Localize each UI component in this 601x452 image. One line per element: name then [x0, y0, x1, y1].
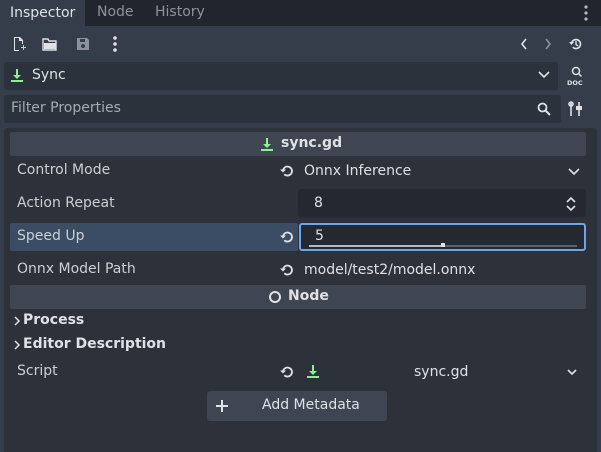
revert-icon[interactable] — [279, 163, 297, 181]
object-selector-dropdown[interactable]: Sync — [4, 62, 558, 90]
action-repeat-label: Action Repeat — [17, 195, 115, 211]
script-icon — [306, 364, 320, 378]
onnx-model-path-field[interactable]: model/test2/model.onnx — [298, 256, 586, 284]
add-metadata-button[interactable]: Add Metadata — [207, 391, 387, 421]
speed-up-slider-track[interactable] — [309, 243, 577, 247]
filter-placeholder: Filter Properties — [11, 100, 121, 116]
property-row-script: Script sync.gd — [10, 356, 586, 388]
open-folder-icon — [42, 36, 58, 52]
kebab-menu-icon — [112, 35, 118, 53]
action-repeat-spinbox[interactable]: 8 — [298, 189, 586, 217]
onnx-model-path-value: model/test2/model.onnx — [304, 262, 476, 278]
save-icon — [75, 36, 91, 52]
history-back-icon — [519, 37, 529, 51]
onnx-model-path-label: Onnx Model Path — [17, 261, 136, 277]
tab-inspector[interactable]: Inspector — [0, 0, 86, 26]
group-process-label: Process — [23, 312, 85, 328]
plus-icon — [215, 399, 229, 413]
chevron-right-icon — [13, 340, 21, 350]
property-row-speed-up: Speed Up 5 — [10, 221, 586, 253]
chevron-right-icon — [13, 316, 21, 326]
save-resource-button[interactable] — [71, 32, 95, 56]
property-row-control-mode: Control Mode Onnx Inference — [10, 155, 586, 187]
filter-options-button[interactable] — [568, 101, 584, 117]
object-history-icon — [568, 36, 584, 52]
search-icon — [537, 102, 551, 116]
revert-icon[interactable] — [279, 364, 297, 382]
filter-properties-input[interactable]: Filter Properties — [4, 95, 561, 123]
new-resource-button[interactable] — [7, 32, 31, 56]
revert-icon[interactable] — [279, 262, 297, 280]
script-value: sync.gd — [414, 364, 469, 380]
open-resource-button[interactable] — [38, 32, 62, 56]
updown-arrows-icon[interactable] — [565, 196, 577, 212]
group-process[interactable]: Process — [10, 309, 586, 333]
speed-up-slider-fill — [309, 245, 443, 247]
chevron-down-icon — [568, 168, 580, 176]
node-category-title: Node — [288, 288, 329, 304]
dock-menu-icon[interactable] — [583, 4, 589, 22]
node-circle-icon — [268, 290, 282, 304]
svg-text:DOC: DOC — [567, 79, 583, 86]
group-editor-description-label: Editor Description — [23, 336, 167, 352]
new-script-icon — [11, 36, 27, 52]
control-mode-label: Control Mode — [17, 162, 111, 178]
property-row-onnx-model-path: Onnx Model Path model/test2/model.onnx — [10, 254, 586, 286]
node-category-header: Node — [10, 285, 586, 309]
speed-up-slider-grabber[interactable] — [441, 243, 445, 247]
object-selector-label: Sync — [32, 67, 66, 83]
tab-history[interactable]: History — [145, 0, 215, 26]
open-documentation-button[interactable]: DOC — [566, 66, 586, 86]
property-row-action-repeat: Action Repeat 8 — [10, 188, 586, 220]
script-label: Script — [17, 363, 58, 379]
script-icon — [10, 68, 24, 82]
script-icon — [260, 137, 274, 151]
control-mode-value: Onnx Inference — [304, 163, 412, 179]
speed-up-slider-field[interactable]: 5 — [299, 223, 586, 251]
group-editor-description[interactable]: Editor Description — [10, 333, 586, 357]
dock-tab-bar: Inspector Node History — [0, 0, 601, 26]
action-repeat-value: 8 — [314, 195, 323, 211]
doc-icon: DOC — [566, 66, 586, 86]
control-mode-dropdown[interactable]: Onnx Inference — [298, 157, 586, 185]
object-history-button[interactable] — [564, 32, 588, 56]
history-forward-icon — [543, 37, 553, 51]
script-resource-picker[interactable]: sync.gd — [298, 358, 586, 386]
speed-up-label: Speed Up — [17, 228, 85, 244]
inspector-toolbar — [0, 26, 601, 62]
history-forward-button[interactable] — [536, 32, 560, 56]
script-category-header: sync.gd — [10, 132, 586, 156]
history-back-button[interactable] — [512, 32, 536, 56]
add-metadata-label: Add Metadata — [262, 397, 360, 413]
chevron-down-icon[interactable] — [567, 369, 577, 376]
tab-node[interactable]: Node — [87, 0, 144, 26]
script-category-title: sync.gd — [281, 135, 343, 151]
speed-up-value: 5 — [315, 228, 324, 244]
chevron-down-icon — [538, 71, 550, 79]
filter-tools-icon — [568, 101, 584, 117]
resource-menu-button[interactable] — [103, 32, 127, 56]
revert-icon[interactable] — [279, 229, 297, 247]
